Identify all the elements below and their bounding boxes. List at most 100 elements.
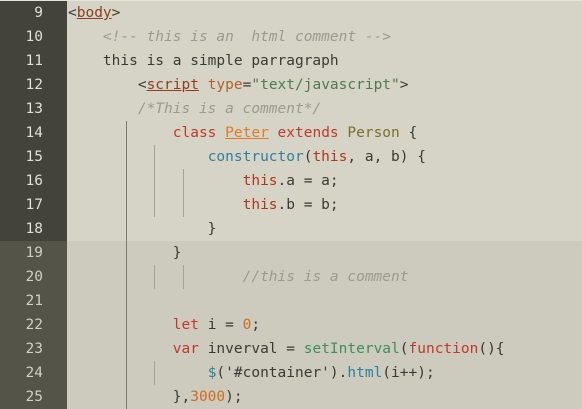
code-line[interactable]: 24 $('#container').html(i++); [0, 361, 582, 385]
code-line[interactable]: 14 class Peter extends Person { [0, 121, 582, 145]
code-token: > [399, 77, 409, 93]
code-token: constructor [207, 149, 304, 165]
code-token: script [146, 77, 199, 93]
indent-guide [183, 265, 184, 289]
line-number: 14 [0, 121, 67, 145]
line-code[interactable] [67, 289, 582, 313]
line-number: 11 [0, 49, 67, 73]
code-token: ( [399, 341, 409, 357]
line-number: 18 [0, 217, 67, 241]
code-token: var [172, 341, 199, 357]
line-code[interactable]: <script type="text/javascript"> [67, 73, 582, 97]
line-code[interactable]: $('#container').html(i++); [67, 361, 582, 385]
code-line[interactable]: 19 } [0, 241, 582, 265]
code-token: type [207, 77, 243, 93]
line-code[interactable]: let i = 0; [67, 313, 582, 337]
line-code[interactable]: },3000); [67, 385, 582, 409]
code-token: ('#container'). [216, 365, 348, 381]
line-code[interactable]: class Peter extends Person { [67, 121, 582, 145]
code-line[interactable]: 18 } [0, 217, 582, 241]
code-token: //this is a comment [242, 269, 409, 285]
indent-guide [154, 265, 155, 289]
line-number: 23 [0, 337, 67, 361]
line-number: 9 [0, 1, 67, 25]
code-line[interactable]: 16 this.a = a; [0, 169, 582, 193]
code-token: } [68, 245, 182, 261]
line-number: 19 [0, 241, 67, 265]
line-number: 10 [0, 25, 67, 49]
code-editor[interactable]: 9 <body> 10 <!-- this is an html comment -… [0, 0, 582, 409]
indent-guide [126, 121, 127, 409]
line-number: 22 [0, 313, 67, 337]
code-token: Person [347, 125, 400, 141]
line-code[interactable]: /*This is a comment*/ [67, 97, 582, 121]
code-line[interactable]: 12 <script type="text/javascript"> [0, 73, 582, 97]
line-number: 16 [0, 169, 67, 193]
code-line[interactable]: 23 var inverval = setInterval(function()… [0, 337, 582, 361]
line-number: 24 [0, 361, 67, 385]
line-number: 20 [0, 265, 67, 289]
code-line[interactable]: 9 <body> [0, 1, 582, 25]
line-code[interactable]: var inverval = setInterval(function(){ [67, 337, 582, 361]
code-token: function [408, 341, 479, 357]
line-code[interactable]: <body> [67, 1, 582, 25]
line-code[interactable]: <!-- this is an html comment --> [67, 25, 582, 49]
code-token: this is a simple parragraph [68, 53, 339, 69]
code-line[interactable]: 20 //this is a comment [0, 265, 582, 289]
line-code[interactable]: //this is a comment [67, 265, 582, 289]
code-token: 3000 [190, 389, 226, 405]
code-line[interactable]: 21 [0, 289, 582, 313]
code-token: inverval = [198, 341, 304, 357]
line-code[interactable]: this.a = a; [67, 169, 582, 193]
code-line[interactable]: 13 /*This is a comment*/ [0, 97, 582, 121]
code-token: .a = a; [277, 173, 339, 189]
line-code[interactable]: } [67, 241, 582, 265]
code-token: this [242, 197, 278, 213]
code-token: > [111, 5, 121, 21]
code-token: extends [277, 125, 339, 141]
line-code[interactable]: this.b = b; [67, 193, 582, 217]
code-token: < [68, 5, 77, 21]
line-number: 15 [0, 145, 67, 169]
code-token: ; [251, 317, 261, 333]
code-line[interactable]: 15 constructor(this, a, b) { [0, 145, 582, 169]
code-token: (i++); [382, 365, 435, 381]
line-code[interactable]: constructor(this, a, b) { [67, 145, 582, 169]
code-token: }, [68, 389, 191, 405]
code-token: Peter [225, 125, 269, 141]
code-token: <!-- this is an html comment --> [102, 29, 392, 45]
code-token: ); [225, 389, 243, 405]
code-token: "text/javascript" [251, 77, 400, 93]
code-token: this [312, 149, 348, 165]
code-token: let [172, 317, 199, 333]
code-token: /*This is a comment*/ [137, 101, 322, 117]
code-token: body [76, 5, 112, 21]
code-token: i = [198, 317, 243, 333]
code-line[interactable]: 22 let i = 0; [0, 313, 582, 337]
code-token: class [172, 125, 217, 141]
line-code[interactable]: this is a simple parragraph [67, 49, 582, 73]
code-token: setInterval [303, 341, 400, 357]
code-token: .b = b; [277, 197, 339, 213]
indent-guide [183, 169, 184, 217]
line-number: 21 [0, 289, 67, 313]
line-code[interactable]: } [67, 217, 582, 241]
code-line[interactable]: 11 this is a simple parragraph [0, 49, 582, 73]
code-token: , a, b) { [347, 149, 426, 165]
line-number: 25 [0, 385, 67, 409]
code-line[interactable]: 10 <!-- this is an html comment --> [0, 25, 582, 49]
code-line[interactable]: 17 this.b = b; [0, 193, 582, 217]
code-token: < [68, 77, 147, 93]
code-line[interactable]: 25 },3000); [0, 385, 582, 409]
indent-guide [154, 361, 155, 385]
